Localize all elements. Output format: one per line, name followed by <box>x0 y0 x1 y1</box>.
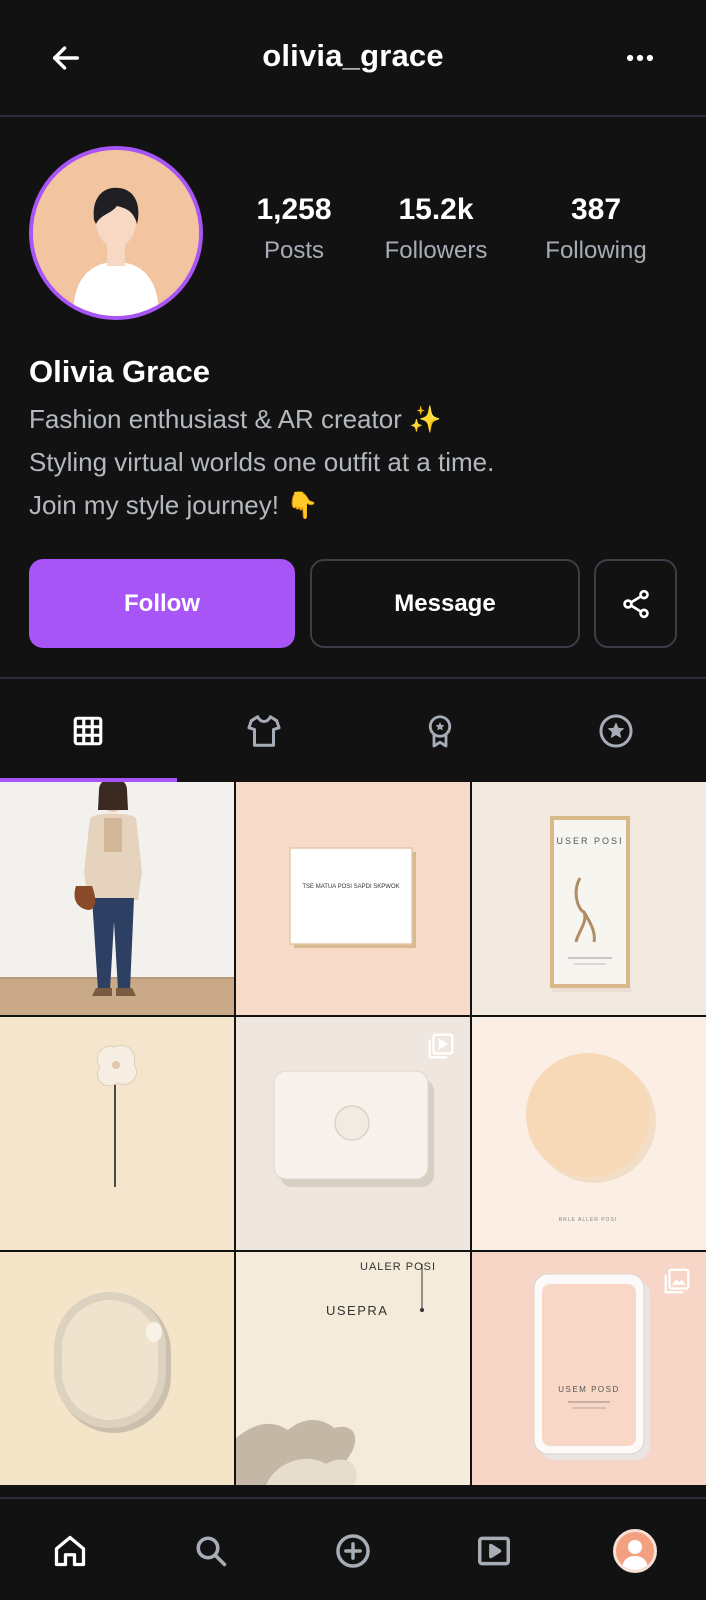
profile-tabs <box>0 677 706 782</box>
phone-text: USEM POSD <box>558 1385 620 1394</box>
post-tile[interactable]: UALER POSI USEPRA <box>236 1252 470 1485</box>
nav-create[interactable] <box>325 1523 381 1579</box>
gallery-icon <box>664 1268 690 1294</box>
follow-button[interactable]: Follow <box>29 559 295 648</box>
stat-posts[interactable]: 1,258 Posts <box>214 192 374 266</box>
bio-line: Join my style journey! 👇 <box>29 490 319 520</box>
more-options-button[interactable] <box>618 36 662 80</box>
tab-achievements[interactable] <box>352 679 528 782</box>
post-image-card: TSE MATUA POSI SAPDI SKPWOK <box>236 782 470 1015</box>
tab-posts-grid[interactable] <box>0 679 176 782</box>
post-tile[interactable] <box>0 1252 234 1485</box>
home-icon <box>54 1535 86 1567</box>
grid-icon <box>73 716 103 745</box>
search-icon <box>196 1536 227 1567</box>
circle-text: BRLE ALLER POSI <box>559 1217 617 1223</box>
post-tile[interactable]: USEM POSD <box>472 1252 706 1485</box>
tab-favorites[interactable] <box>528 679 704 782</box>
post-tile[interactable] <box>236 1017 470 1250</box>
post-tile[interactable]: TSE MATUA POSI SAPDI SKPWOK <box>236 782 470 1015</box>
profile-avatar-small <box>613 1529 657 1573</box>
post-image-outfit <box>0 782 234 1015</box>
stat-value: 387 <box>570 193 622 226</box>
poster-text: USER POSI <box>556 836 623 846</box>
tile-text-middle: USEPRA <box>326 1303 388 1318</box>
tile-text-top: UALER POSI <box>360 1261 436 1273</box>
award-icon <box>428 714 452 747</box>
video-icon <box>478 1536 510 1566</box>
nav-home[interactable] <box>42 1523 98 1579</box>
post-image-oval <box>0 1252 234 1485</box>
stat-value: 1,258 <box>256 193 332 226</box>
more-horizontal-icon <box>626 54 654 62</box>
shirt-icon <box>247 714 281 747</box>
post-tile[interactable]: BRLE ALLER POSI <box>472 1017 706 1250</box>
star-icon <box>599 713 633 748</box>
card-text: TSE MATUA POSI SAPDI SKPWOK <box>302 884 399 890</box>
stat-label: Followers <box>384 237 488 264</box>
post-image-poster: USER POSI <box>472 782 706 1015</box>
avatar-illustration <box>33 150 199 316</box>
post-tile[interactable] <box>0 782 234 1015</box>
stat-label: Posts <box>263 237 325 264</box>
share-icon <box>622 589 649 618</box>
nav-videos[interactable] <box>466 1523 522 1579</box>
tab-outfits[interactable] <box>176 679 352 782</box>
profile-avatar[interactable] <box>29 146 203 320</box>
stat-followers[interactable]: 15.2k Followers <box>356 192 516 266</box>
profile-username: olivia_grace <box>262 38 444 73</box>
nav-profile[interactable] <box>607 1523 663 1579</box>
stat-following[interactable]: 387 Following <box>516 192 676 266</box>
profile-display-name: Olivia Grace <box>29 354 210 389</box>
bio-line: Fashion enthusiast & AR creator ✨ <box>29 404 442 434</box>
stat-value: 15.2k <box>398 193 474 226</box>
nav-search[interactable] <box>183 1523 239 1579</box>
avatar-person-icon <box>622 1540 648 1570</box>
profile-bio: Fashion enthusiast & AR creator ✨ Stylin… <box>29 398 494 527</box>
posts-grid: TSE MATUA POSI SAPDI SKPWOK USER POSI BR… <box>0 782 706 1488</box>
post-tile[interactable]: USER POSI <box>472 782 706 1015</box>
post-tile[interactable] <box>0 1017 234 1250</box>
bio-line: Styling virtual worlds one outfit at a t… <box>29 447 495 477</box>
post-image-circle: BRLE ALLER POSI <box>472 1017 706 1250</box>
bottom-navigation <box>0 1497 706 1600</box>
stat-label: Following <box>545 237 647 264</box>
reel-icon <box>428 1033 454 1059</box>
post-image-flower <box>0 1017 234 1250</box>
share-button[interactable] <box>594 559 677 648</box>
message-button[interactable]: Message <box>310 559 580 648</box>
post-image-text-card: UALER POSI USEPRA <box>236 1252 470 1485</box>
add-circle-icon <box>336 1534 370 1568</box>
top-bar: olivia_grace <box>0 0 706 117</box>
